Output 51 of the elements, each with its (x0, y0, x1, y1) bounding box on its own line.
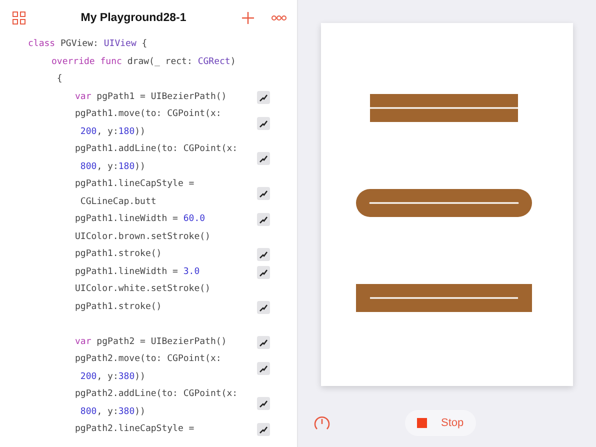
code-line: 800, y:380)) (79, 406, 146, 418)
result-button[interactable] (257, 266, 270, 279)
graph-icon (259, 364, 268, 373)
code-line: class PGView: UIView { (28, 38, 148, 51)
add-icon[interactable] (241, 11, 255, 25)
graph-icon (259, 92, 268, 102)
code-line: pgPath1.lineCapStyle = (75, 178, 194, 191)
stop-button[interactable]: Stop (405, 410, 476, 436)
graph-icon (259, 399, 268, 408)
code-line: 200, y:180)) (79, 126, 146, 138)
result-button[interactable] (257, 213, 270, 226)
code-line: override func draw(_ rect: CGRect) (52, 56, 236, 68)
result-button[interactable] (257, 187, 270, 200)
more-icon[interactable] (271, 15, 287, 21)
graph-icon (259, 302, 268, 312)
grid-icon[interactable] (12, 11, 26, 25)
result-button[interactable] (257, 336, 270, 349)
graph-icon (259, 338, 268, 347)
code-line: UIColor.white.setStroke() (75, 283, 210, 296)
result-button[interactable] (257, 248, 270, 262)
code-line: { (56, 73, 62, 86)
stop-icon (417, 418, 427, 428)
code-line: pgPath1.lineWidth = 60.0 (75, 213, 206, 226)
code-line: var pgPath1 = UIBezierPath() (75, 90, 227, 104)
graph-icon (259, 189, 268, 198)
result-button[interactable] (257, 117, 270, 130)
result-button[interactable] (257, 300, 270, 314)
code-line: pgPath2.addLine(to: CGPoint(x: (75, 388, 238, 401)
code-line: UIColor.brown.setStroke() (75, 230, 210, 244)
graph-icon (259, 119, 268, 128)
result-button[interactable] (257, 397, 270, 410)
code-line: pgPath1.stroke() (75, 248, 162, 261)
code-line: pgPath2.lineCapStyle = (75, 423, 194, 436)
code-line: 200, y:380)) (79, 370, 146, 384)
result-button[interactable] (257, 152, 270, 165)
code-line: pgPath1.stroke() (75, 300, 162, 314)
code-line: pgPath2.move(to: CGPoint(x: (75, 353, 222, 366)
window-title: My Playground28-1 (80, 12, 188, 24)
code-line: pgPath1.lineWidth = 3.0 (75, 266, 200, 278)
result-button[interactable] (257, 90, 270, 104)
graph-icon (259, 425, 268, 434)
code-line: pgPath1.addLine(to: CGPoint(x: (75, 143, 238, 156)
code-line: CGLineCap.butt (79, 196, 156, 208)
result-button[interactable] (257, 423, 270, 436)
graph-icon (259, 215, 268, 224)
gauge-icon[interactable] (313, 414, 331, 432)
result-button[interactable] (257, 362, 270, 375)
code-line: pgPath1.move(to: CGPoint(x: (75, 108, 222, 121)
code-line: 800, y:180)) (79, 160, 146, 174)
code-line: var pgPath2 = UIBezierPath() (75, 336, 227, 348)
graph-icon (259, 154, 268, 163)
